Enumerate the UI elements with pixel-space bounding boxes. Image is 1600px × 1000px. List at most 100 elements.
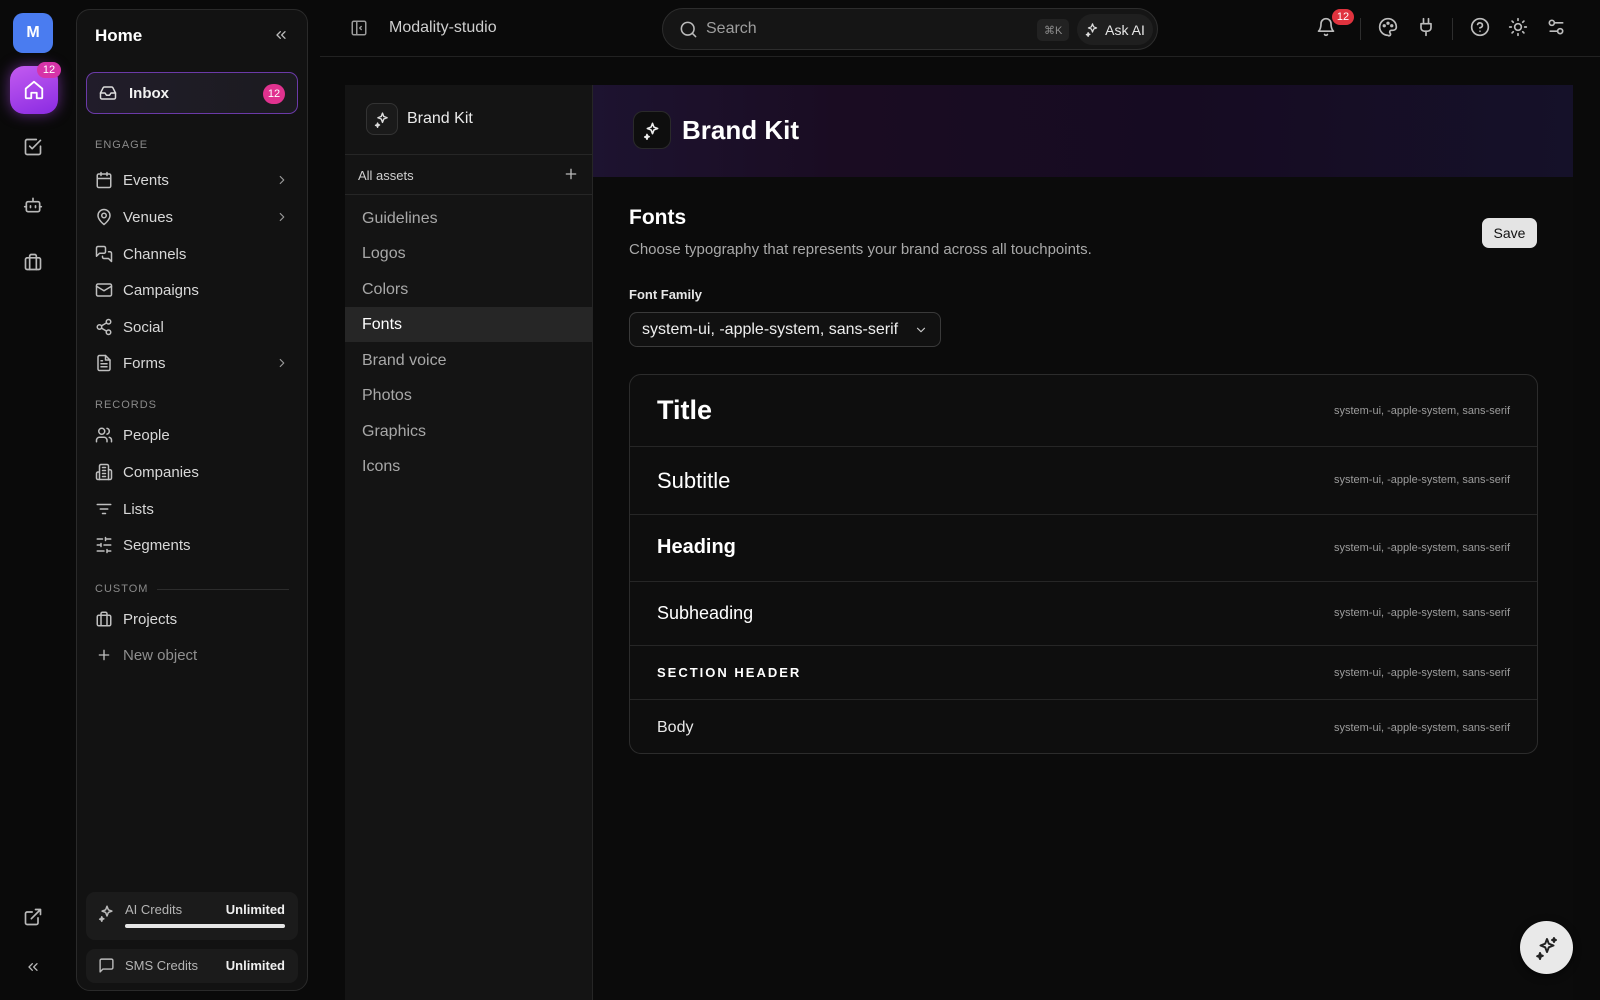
ai-credits-progress-fill xyxy=(125,924,285,928)
save-button[interactable]: Save xyxy=(1482,218,1537,248)
ask-ai-button[interactable]: Ask AI xyxy=(1077,14,1153,45)
preview-name: Subheading xyxy=(657,603,754,623)
settings-button[interactable] xyxy=(1546,17,1566,37)
preview-row-subheading: Subheading system-ui, -apple-system, san… xyxy=(630,582,1537,646)
asset-panel-header: Brand Kit xyxy=(345,85,593,155)
sparkles-icon xyxy=(374,111,388,128)
preview-row-title: Title system-ui, -apple-system, sans-ser… xyxy=(630,375,1537,447)
asset-panel-title: Brand Kit xyxy=(407,110,473,127)
font-family-value: system-ui, -apple-system, sans-serif xyxy=(642,320,899,338)
preview-family: system-ui, -apple-system, sans-serif xyxy=(1333,722,1510,734)
rail-projects-button[interactable] xyxy=(21,250,45,274)
sparkles-icon xyxy=(1085,23,1098,37)
document-icon xyxy=(97,354,111,372)
inbox-badge: 12 xyxy=(263,84,285,104)
theme-palette-button[interactable] xyxy=(1378,17,1398,37)
sun-icon xyxy=(1508,17,1528,37)
preview-name: Subtitle xyxy=(657,468,731,493)
plug-icon xyxy=(1420,17,1432,37)
sidebar-item-label: Events xyxy=(123,171,169,189)
rail-ai-agents-button[interactable] xyxy=(21,193,45,217)
asset-item-graphics[interactable]: Graphics xyxy=(345,414,593,449)
asset-panel-subheader: All assets xyxy=(345,155,593,195)
preview-name: SECTION HEADER xyxy=(657,665,802,680)
sidebar-item-channels[interactable]: Channels xyxy=(86,237,298,271)
sidebar-item-venues[interactable]: Venues xyxy=(86,200,298,234)
sidebar: Home Inbox 12 ENGAGE Events Venues Chann… xyxy=(76,9,308,991)
theme-toggle-button[interactable] xyxy=(1508,17,1528,37)
map-pin-icon xyxy=(97,208,111,226)
home-icon xyxy=(24,80,44,100)
section-divider xyxy=(157,589,289,590)
ai-credits-label: AI Credits xyxy=(125,902,183,917)
notification-badge: 12 xyxy=(1332,9,1354,25)
asset-item-logos[interactable]: Logos xyxy=(345,236,593,271)
preview-row-section-header: SECTION HEADER system-ui, -apple-system,… xyxy=(630,646,1537,700)
sidebar-item-projects[interactable]: Projects xyxy=(86,602,298,636)
checkbox-icon xyxy=(24,138,42,156)
settings-sliders-icon xyxy=(1548,19,1564,35)
new-object-label: New object xyxy=(123,646,198,664)
sidebar-item-label: Segments xyxy=(123,536,191,554)
search-input[interactable]: Search xyxy=(706,20,757,38)
asset-item-photos[interactable]: Photos xyxy=(345,378,593,413)
page-title: Brand Kit xyxy=(682,115,799,145)
sidebar-item-companies[interactable]: Companies xyxy=(86,455,298,489)
sidebar-item-events[interactable]: Events xyxy=(86,163,298,197)
page-icon-box xyxy=(633,111,671,149)
sidebar-collapse-button[interactable] xyxy=(273,27,289,43)
asset-panel: Brand Kit All assets Guidelines Logos Co… xyxy=(345,85,593,1000)
preview-row-heading: Heading system-ui, -apple-system, sans-s… xyxy=(630,515,1537,582)
asset-item-fonts[interactable]: Fonts xyxy=(345,307,593,342)
sidebar-item-label: Inbox xyxy=(129,84,169,102)
ask-ai-label: Ask AI xyxy=(1105,21,1145,38)
plus-icon xyxy=(565,168,577,180)
sidebar-item-label: Companies xyxy=(123,463,199,481)
font-family-select[interactable]: system-ui, -apple-system, sans-serif xyxy=(629,312,941,347)
main-panel: Brand Kit Fonts Choose typography that r… xyxy=(593,85,1573,1000)
sparkles-icon xyxy=(1535,936,1557,960)
preview-family: system-ui, -apple-system, sans-serif xyxy=(1333,474,1510,486)
search-shortcut: ⌘K xyxy=(1037,19,1070,41)
double-chevron-left-icon xyxy=(276,30,286,39)
new-object-button[interactable]: New object xyxy=(86,638,298,672)
rail-external-link-button[interactable] xyxy=(21,905,45,929)
sparkles-icon xyxy=(643,122,658,140)
ai-assistant-fab[interactable] xyxy=(1520,921,1573,974)
sidebar-item-people[interactable]: People xyxy=(86,418,298,452)
asset-item-colors[interactable]: Colors xyxy=(345,272,593,307)
inbox-icon xyxy=(99,86,117,100)
sidebar-item-inbox[interactable]: Inbox 12 xyxy=(86,72,298,114)
asset-item-brand-voice[interactable]: Brand voice xyxy=(345,343,593,378)
external-link-icon xyxy=(24,908,42,926)
sidebar-item-campaigns[interactable]: Campaigns xyxy=(86,273,298,307)
help-button[interactable] xyxy=(1470,17,1490,37)
sidebar-item-forms[interactable]: Forms xyxy=(86,346,298,380)
ai-credits-value: Unlimited xyxy=(225,902,285,917)
preview-name: Body xyxy=(657,719,694,736)
sidebar-item-segments[interactable]: Segments xyxy=(86,528,298,562)
sidebar-item-label: Projects xyxy=(123,610,178,628)
preview-family: system-ui, -apple-system, sans-serif xyxy=(1333,405,1510,417)
asset-item-guidelines[interactable]: Guidelines xyxy=(345,201,593,236)
sidebar-item-lists[interactable]: Lists xyxy=(86,492,298,526)
integrations-button[interactable] xyxy=(1416,17,1436,37)
workspace-avatar[interactable]: M xyxy=(13,13,53,53)
rail-tasks-button[interactable] xyxy=(21,135,45,159)
users-icon xyxy=(95,427,113,443)
share-icon xyxy=(96,318,112,336)
message-square-icon xyxy=(99,958,114,973)
preview-family: system-ui, -apple-system, sans-serif xyxy=(1333,542,1510,554)
ai-credits-card: AI Credits Unlimited xyxy=(86,892,298,940)
sidebar-item-label: Venues xyxy=(123,208,174,226)
mail-icon xyxy=(95,283,113,297)
panel-toggle-button[interactable] xyxy=(350,19,368,37)
search-bar[interactable]: Search ⌘K Ask AI xyxy=(662,8,1158,50)
rail-collapse-button[interactable] xyxy=(21,955,45,979)
list-icon xyxy=(96,503,112,515)
preview-name: Heading xyxy=(657,536,736,558)
section-label-records: RECORDS xyxy=(95,399,158,411)
asset-item-icons[interactable]: Icons xyxy=(345,449,593,484)
add-asset-button[interactable] xyxy=(563,166,579,182)
sidebar-item-social[interactable]: Social xyxy=(86,310,298,344)
